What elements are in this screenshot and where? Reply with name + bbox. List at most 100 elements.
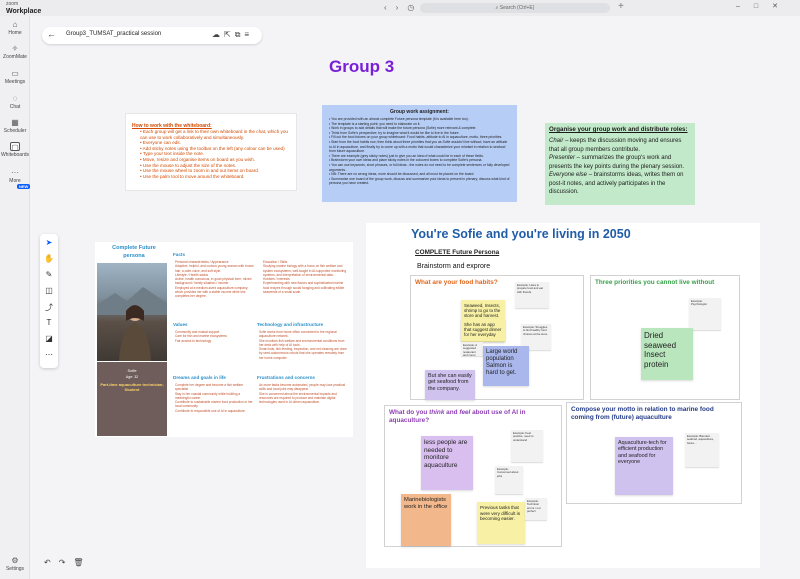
more-icon: ··· [11,168,19,177]
ai-aquaculture-frame[interactable]: What do you think and feel about use of … [384,405,562,547]
chat-icon: ◌ [12,94,18,103]
rail-item-whiteboards[interactable]: ▢ Whiteboards [0,142,30,158]
dreams-text: Complete her degree and become a fish we… [175,383,253,413]
back-arrow-icon[interactable]: ‹ [384,3,396,12]
organise-note[interactable]: Organise your group work and distribute … [545,123,695,205]
share-icon[interactable]: ⇱ [224,30,235,39]
window-controls: –□✕ [736,2,792,10]
board-title[interactable]: Group3_TUMSAT_practical session [66,31,161,37]
heading-part: and [444,409,460,416]
text-tool-icon[interactable]: T [40,318,58,327]
persona-name: Sofie [127,368,137,373]
facts-right: Education / Skills Studying marine biolo… [263,260,347,295]
cloud-icon[interactable]: ☁ [212,30,224,39]
howto-note[interactable]: How to work with the whiteboard: Each gr… [125,113,297,191]
persona-title: Complete Future persona [112,245,156,259]
list-item: Summarise one board of the group work, d… [329,177,510,186]
role-everyone: Everyone else – brainstorms ideas, write… [549,171,691,197]
sticky-note[interactable]: Aquaculture-tech for efficient productio… [615,437,673,495]
search-input[interactable]: ⌕ Search (Ctrl+E) [420,3,610,13]
example-note[interactable]: Example: Technical errors / not perfect [525,498,547,520]
persona-card[interactable]: Complete Future persona Sofie Age: 32 Pa… [95,242,353,437]
priorities-frame[interactable]: Three priorities you cannot live without… [590,275,740,400]
home-icon: ⌂ [12,20,18,29]
values-heading: Values [173,322,188,327]
gear-icon: ⚙ [11,556,19,565]
rail-item-zoommate[interactable]: ✧ ZoomMate [0,44,30,60]
tech-heading: Technology and infrastructure [257,322,324,327]
pen-tool-icon[interactable]: ✎ [40,270,58,279]
role-name: Chair [549,138,564,144]
sofie-subheading: COMPLETE Future Persona [415,249,500,256]
assignment-heading: Group work assignment: [390,109,449,115]
menu-icon[interactable]: ≡ [244,30,253,39]
rail-item-settings[interactable]: ⚙ Settings [0,556,30,572]
rail-item-chat[interactable]: ◌ Chat [0,94,30,110]
sticky-note[interactable]: Large world population Salmon is hard to… [483,346,529,386]
sofie-brainstorm: Brainstorm and exprore [417,263,491,270]
role-name: Everyone else [549,172,588,178]
back-arrow-icon[interactable]: ← [47,29,56,39]
list-item: Each group will get a link to their own … [140,129,290,140]
whiteboard-toolbar: ➤ ✋ ✎ ◫ ⤴ T ◪ ⋯ [40,234,58,368]
rail-item-more[interactable]: ··· More [0,168,30,184]
trash-icon[interactable]: 🗑 [73,558,91,567]
sticky-note[interactable]: She has an app that suggest dinner for h… [461,319,505,341]
sticky-note-tool-icon[interactable]: ◪ [40,334,58,343]
example-note[interactable]: Example: Feel positive, need to understa… [511,430,543,462]
heading-emphasis: think [429,409,445,416]
rail-label: Whiteboards [0,152,30,158]
role-desc: – keeps the discussion moving and ensure… [549,138,682,153]
close-icon[interactable]: ✕ [772,3,792,10]
organise-heading: Organise your group work and distribute … [549,126,688,133]
brand-small: zoom [6,1,19,7]
board-actions: ☁⇱⧉≡ [212,30,253,40]
new-plus-icon[interactable]: + [618,1,624,12]
example-note[interactable]: Example: Blended seafood, aquaculture, f… [685,433,719,467]
persona-age: Age: 32 [125,375,139,379]
left-rail: ⌂ Home ✧ ZoomMate ▭ Meetings ◌ Chat ▦ Schedul… [0,16,31,579]
heading-emphasis: feel [459,409,471,416]
more-tools-icon[interactable]: ⋯ [40,350,58,359]
copy-icon[interactable]: ⧉ [235,30,245,39]
rail-item-home[interactable]: ⌂ Home [0,20,30,36]
frustrations-heading: Frustrations and concerns [257,375,315,380]
rail-label: Meetings [4,79,26,85]
sofie-section[interactable]: You're Sofie and you're living in 2050 C… [366,223,760,568]
undo-icon[interactable]: ↶ [44,558,59,567]
connector-tool-icon[interactable]: ⤴ [40,302,58,313]
motto-frame[interactable]: Compose your motto in relation to marine… [566,402,742,504]
maximize-icon[interactable]: □ [754,3,772,10]
example-note[interactable]: Example: A suggested restaurant and menu [461,342,483,357]
history-nav: ‹›◷ [384,3,423,12]
rail-item-scheduler[interactable]: ▦ Scheduler [0,118,30,134]
assignment-note[interactable]: Group work assignment: You are provided … [322,105,517,202]
video-icon: ▭ [11,69,19,78]
sticky-note[interactable]: Marinebiologists work in the office [401,494,451,546]
sticky-note[interactable]: less people are needed to monitore aquac… [421,436,473,490]
rail-label: Home [8,30,22,36]
ai-heading: What do you think and feel about use of … [389,409,549,425]
example-note[interactable]: Example: Concerned about jobs [495,466,523,494]
tech-text: Sofie works from home office connected t… [259,330,347,360]
rail-label: More [9,178,21,184]
sticky-note[interactable]: But she can easily get seafood from the … [425,370,475,400]
list-item: You can use keywords, short phrases, or … [329,163,510,172]
select-tool-icon[interactable]: ➤ [40,238,58,247]
food-habits-frame[interactable]: What are your food habits? Seaweed, Inse… [410,275,584,400]
sticky-note[interactable]: Dried seaweed Insect protein [641,328,693,380]
rail-label: ZoomMate [3,54,27,60]
rail-item-meetings[interactable]: ▭ Meetings [0,69,30,85]
redo-icon[interactable]: ↷ [59,558,74,567]
minimize-icon[interactable]: – [736,3,754,10]
sticky-note[interactable]: Previous tasks that were very difficult … [477,502,525,544]
heading-part: What do you [389,409,430,416]
undo-redo: ↶↷🗑 [44,558,92,567]
hand-tool-icon[interactable]: ✋ [40,254,58,263]
example-note[interactable]: Example: Psychologist [689,298,721,330]
role-name: Presenter [549,155,576,161]
motto-heading: Compose your motto in relation to marine… [571,406,714,421]
shape-tool-icon[interactable]: ◫ [40,286,58,295]
example-note[interactable]: Example: Likes to prepare food and eat w… [515,282,549,308]
forward-arrow-icon[interactable]: › [396,3,408,12]
